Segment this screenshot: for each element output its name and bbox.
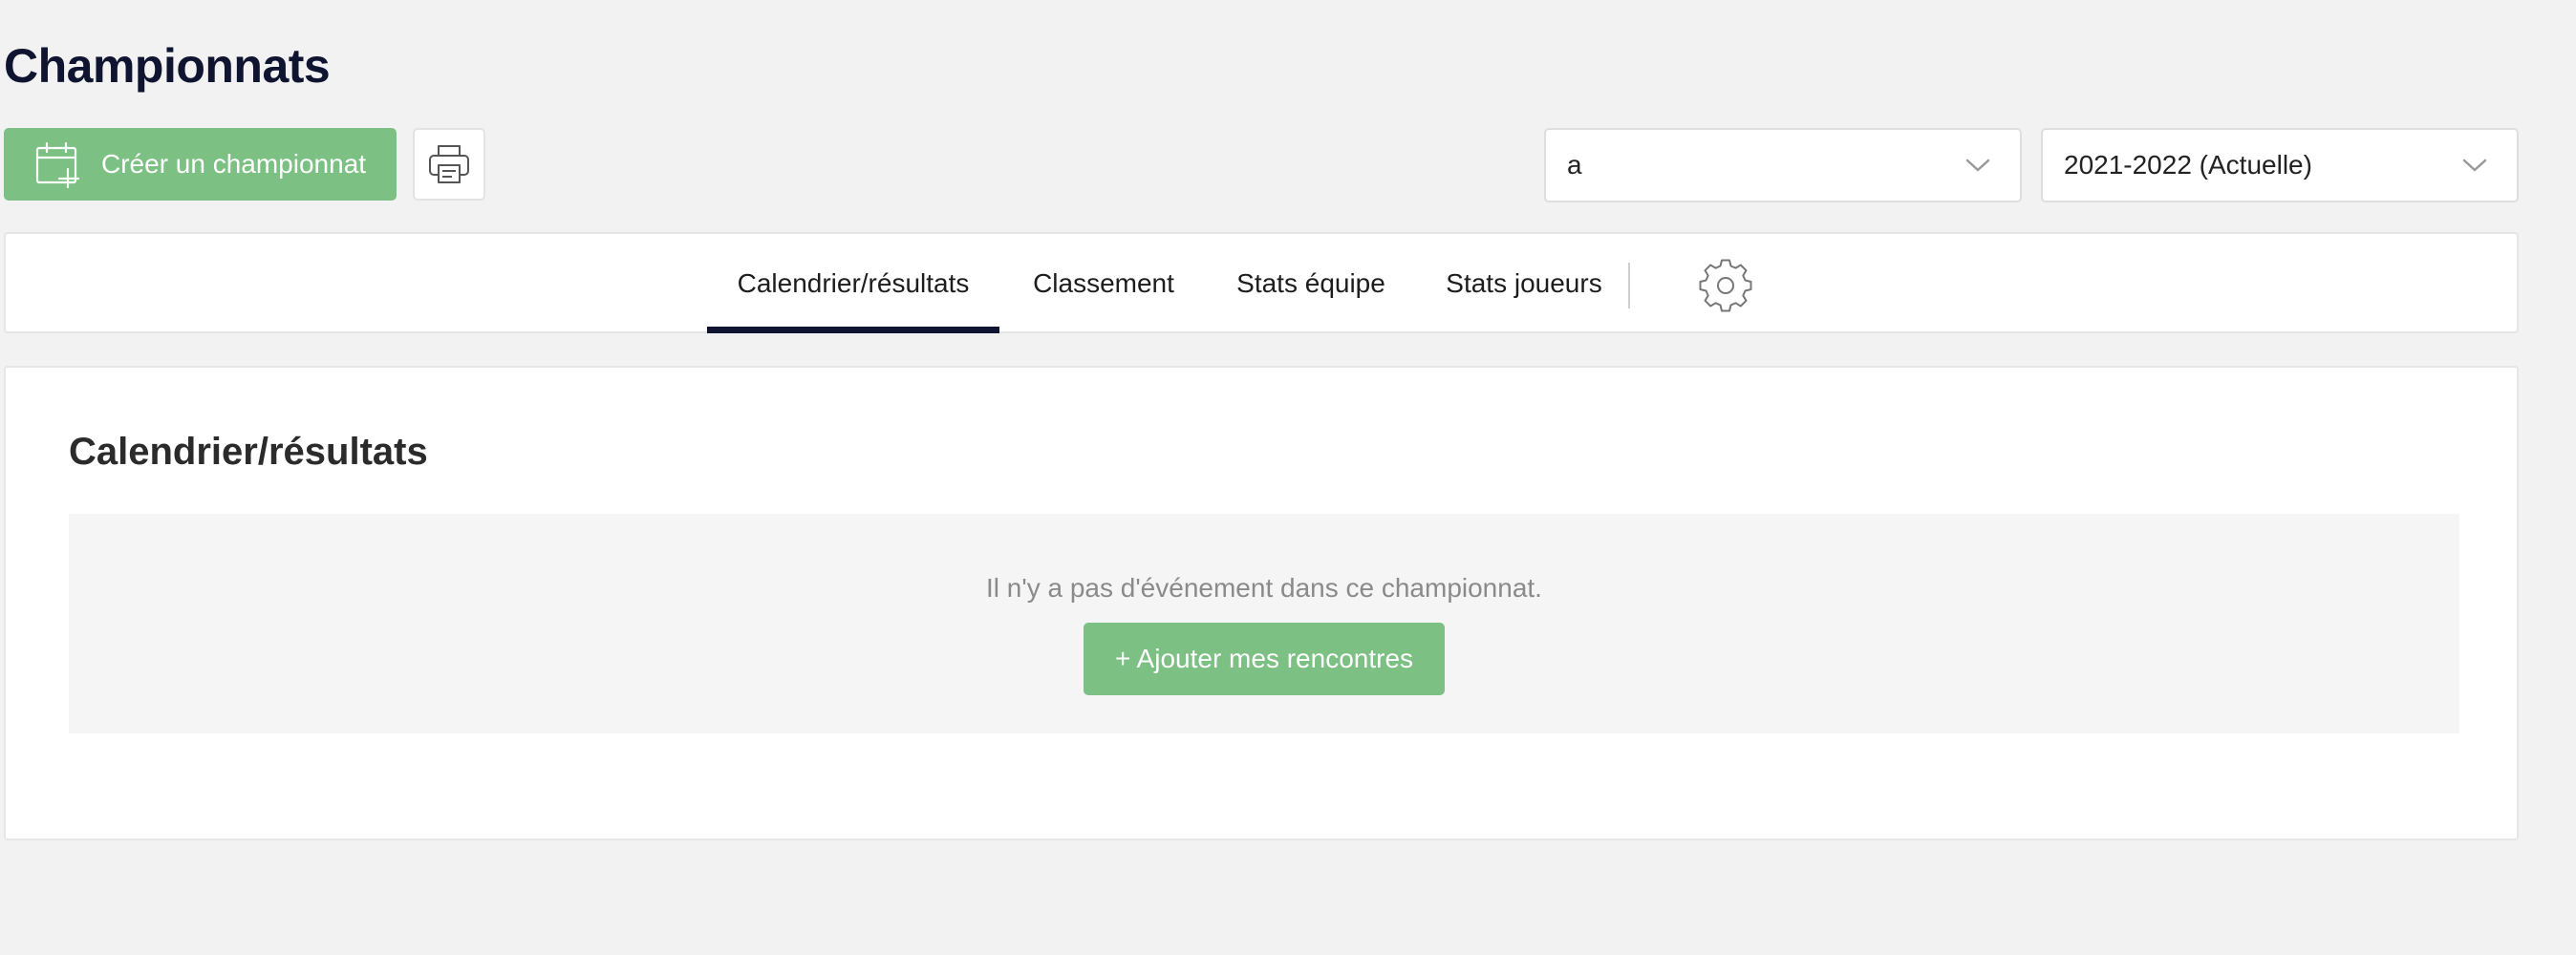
team-select-value: a (1567, 150, 1582, 180)
season-select-value: 2021-2022 (Actuelle) (2064, 150, 2312, 180)
tabs-bar: Calendrier/résultats Classement Stats éq… (4, 232, 2519, 333)
tab-classement[interactable]: Classement (1013, 234, 1194, 333)
empty-state: Il n'y a pas d'événement dans ce champio… (69, 514, 2459, 733)
tab-calendrier-resultats[interactable]: Calendrier/résultats (707, 234, 999, 333)
create-championship-button[interactable]: Créer un championnat (4, 128, 397, 201)
tab-stats-joueurs[interactable]: Stats joueurs (1435, 234, 1613, 333)
tab-label: Stats équipe (1236, 268, 1385, 298)
season-select[interactable]: 2021-2022 (Actuelle) (2041, 128, 2519, 202)
printer-icon (425, 140, 473, 188)
calendar-plus-icon (34, 140, 82, 188)
tab-stats-equipe[interactable]: Stats équipe (1217, 234, 1405, 333)
chevron-down-icon (1964, 157, 1991, 174)
gear-icon[interactable] (1699, 259, 1752, 312)
page-title: Championnats (4, 39, 331, 93)
add-matches-button[interactable]: + Ajouter mes rencontres (1084, 623, 1445, 695)
section-title: Calendrier/résultats (69, 431, 428, 473)
tab-divider (1628, 263, 1630, 308)
add-matches-label: + Ajouter mes rencontres (1114, 644, 1414, 673)
page: Championnats Créer un championnat a 2021… (0, 0, 2576, 955)
calendar-results-panel: Calendrier/résultats Il n'y a pas d'évén… (4, 366, 2519, 840)
tab-label: Stats joueurs (1446, 268, 1602, 298)
tab-label: Classement (1033, 268, 1174, 298)
print-button[interactable] (413, 128, 485, 201)
create-championship-label: Créer un championnat (101, 149, 367, 179)
team-select[interactable]: a (1544, 128, 2022, 202)
chevron-down-icon (2461, 157, 2488, 174)
tab-label: Calendrier/résultats (737, 268, 970, 298)
empty-state-message: Il n'y a pas d'événement dans ce champio… (986, 573, 1542, 603)
